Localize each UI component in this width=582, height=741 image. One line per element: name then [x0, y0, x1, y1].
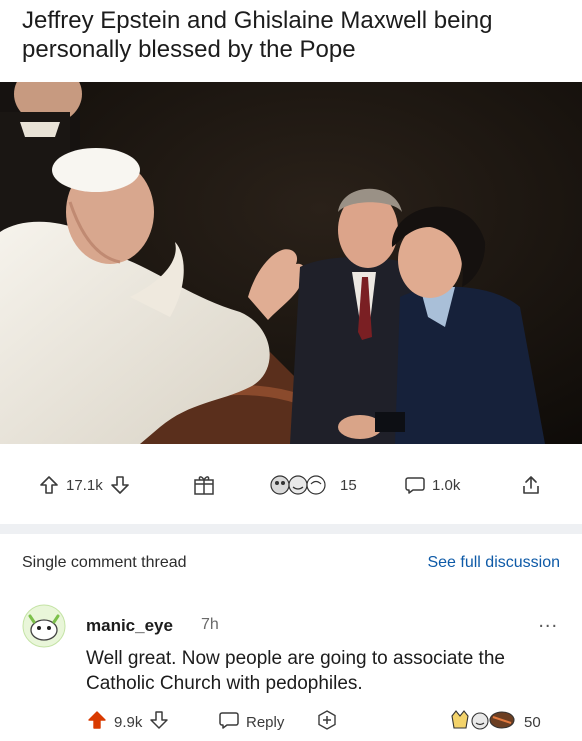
see-full-discussion-link[interactable]: See full discussion: [427, 554, 560, 572]
upvote-count: 17.1k: [66, 476, 103, 494]
vote-group: 17.1k: [38, 472, 131, 498]
share-button[interactable]: [520, 472, 542, 498]
comment: manic_eye 7h ... Well great. Now people …: [0, 596, 582, 736]
post-image[interactable]: [0, 82, 582, 444]
avatar[interactable]: [22, 604, 66, 648]
comment-icon: [404, 474, 426, 496]
awards-group[interactable]: 15: [270, 472, 357, 498]
add-award-button[interactable]: [316, 708, 338, 736]
thread-label: Single comment thread: [22, 554, 187, 571]
award-icon: [448, 708, 518, 736]
comment-awards-group[interactable]: 50: [448, 708, 541, 736]
comment-score: 9.9k: [114, 713, 143, 731]
comment-action-bar: 9.9k Reply 50: [0, 708, 582, 738]
comment-awards-count: 50: [524, 713, 541, 731]
comment-username[interactable]: manic_eye: [86, 616, 173, 636]
downvote-icon[interactable]: [148, 709, 170, 735]
more-icon[interactable]: ...: [538, 610, 558, 633]
comment-vote-group: 9.9k: [86, 708, 170, 736]
gift-button[interactable]: [192, 472, 216, 498]
upvote-icon[interactable]: [86, 709, 108, 735]
section-divider: [0, 524, 582, 534]
comments-count: 1.0k: [432, 476, 461, 494]
thread-bar: Single comment thread See full discussio…: [0, 548, 582, 578]
upvote-icon[interactable]: [38, 474, 60, 496]
comments-button[interactable]: 1.0k: [404, 472, 460, 498]
post-title: Jeffrey Epstein and Ghislaine Maxwell be…: [22, 7, 493, 63]
reply-button[interactable]: Reply: [218, 708, 284, 736]
awards-count: 15: [340, 476, 357, 494]
comment-body: Well great. Now people are going to asso…: [86, 648, 505, 694]
reply-icon: [218, 709, 240, 735]
reply-label: Reply: [246, 713, 285, 731]
post-action-bar: 17.1k 15 1.0k: [0, 462, 582, 510]
gift-icon: [192, 473, 216, 497]
share-icon: [520, 474, 542, 496]
add-icon: [316, 709, 338, 735]
award-icon: [270, 473, 334, 497]
comment-time: 7h: [201, 616, 219, 633]
downvote-icon[interactable]: [109, 474, 131, 496]
